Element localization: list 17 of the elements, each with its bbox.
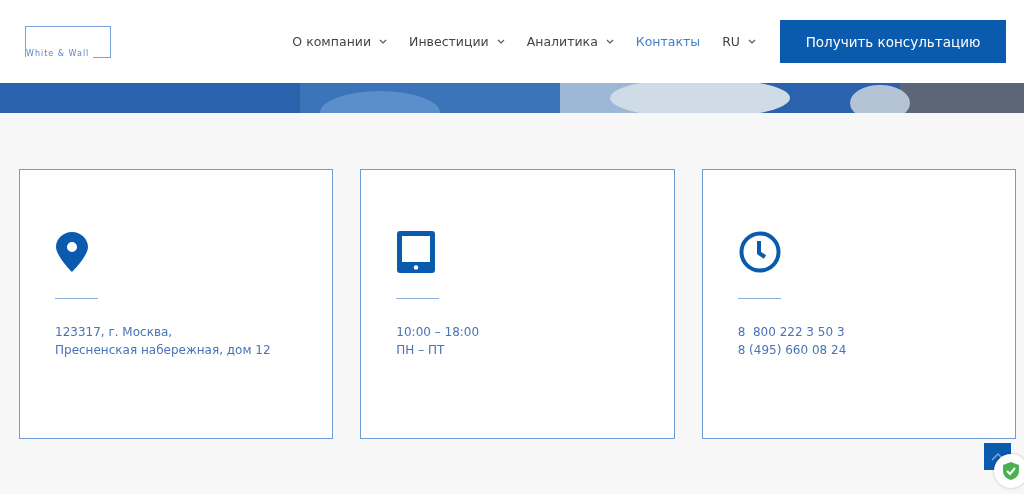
shield-badge-icon[interactable]	[994, 454, 1024, 488]
contact-text: 8 800 222 3 50 3	[737, 325, 845, 339]
nav-link[interactable]: Инвестиции	[409, 34, 505, 49]
nav-link[interactable]: RU	[722, 34, 756, 49]
clock-icon	[737, 230, 782, 274]
consultation-button[interactable]: Получить консультацию	[780, 20, 1006, 63]
contact-text: 123317, г. Москва,	[55, 325, 173, 339]
nav-link[interactable]: О компании	[292, 34, 388, 49]
contact-text: 10:00 – 18:00	[396, 325, 480, 339]
logo[interactable]: White & Wall	[25, 26, 111, 57]
tablet-icon	[396, 230, 437, 274]
location-pin-icon	[55, 230, 89, 274]
nav-link[interactable]: Аналитика	[526, 34, 614, 49]
contact-text: Пресненская набережная, дом 12	[55, 343, 271, 357]
contact-text: 8 (495) 660 08 24	[737, 343, 847, 357]
nav-link[interactable]: Контакты	[635, 34, 701, 49]
contact-text: ПН – ПТ	[396, 343, 445, 357]
